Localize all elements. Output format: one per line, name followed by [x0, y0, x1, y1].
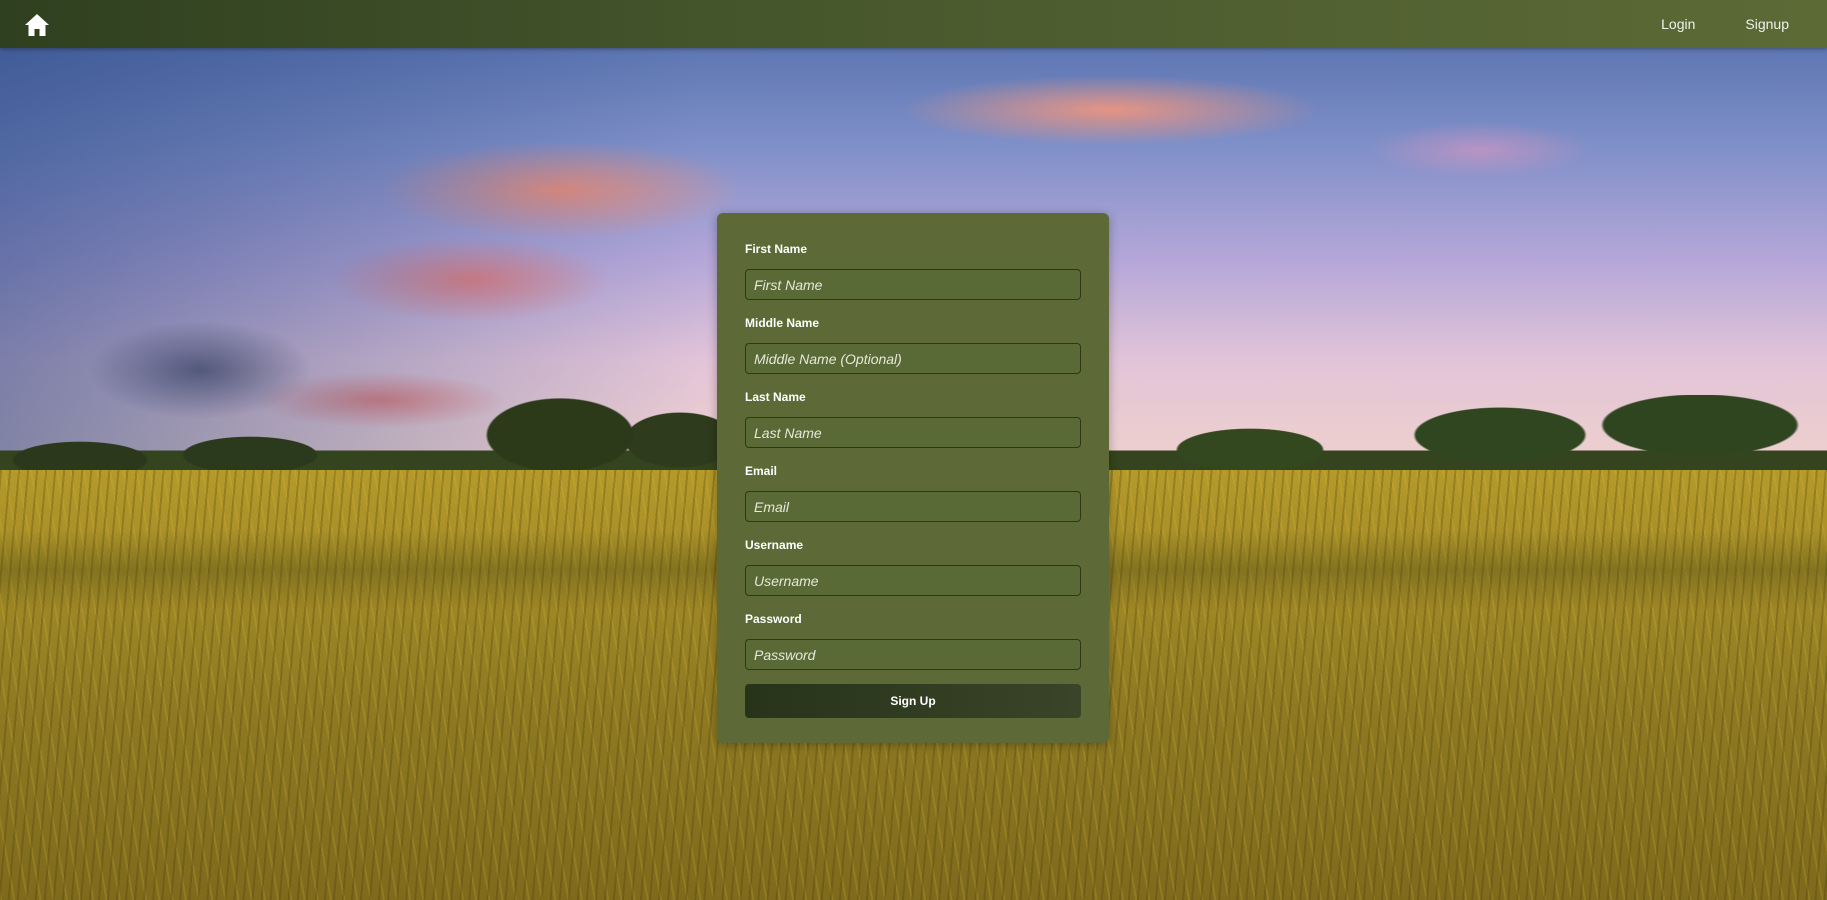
home-icon [24, 13, 50, 37]
username-input[interactable] [745, 565, 1081, 596]
email-label: Email [745, 464, 778, 478]
middle-name-label: Middle Name [745, 316, 820, 330]
login-link[interactable]: Login [1661, 16, 1695, 32]
navbar: Login Signup [0, 0, 1827, 48]
username-label: Username [745, 538, 804, 552]
nav-links: Login Signup [1661, 16, 1803, 32]
middle-name-input[interactable] [745, 343, 1081, 374]
last-name-input[interactable] [745, 417, 1081, 448]
email-input[interactable] [745, 491, 1081, 522]
home-link[interactable] [24, 0, 50, 48]
password-label: Password [745, 612, 802, 626]
sign-up-button[interactable]: Sign Up [745, 684, 1081, 718]
password-input[interactable] [745, 639, 1081, 670]
first-name-input[interactable] [745, 269, 1081, 300]
last-name-label: Last Name [745, 390, 806, 404]
first-name-label: First Name [745, 242, 808, 256]
signup-form: First Name Middle Name Last Name Email U… [717, 213, 1109, 743]
signup-link[interactable]: Signup [1745, 16, 1789, 32]
